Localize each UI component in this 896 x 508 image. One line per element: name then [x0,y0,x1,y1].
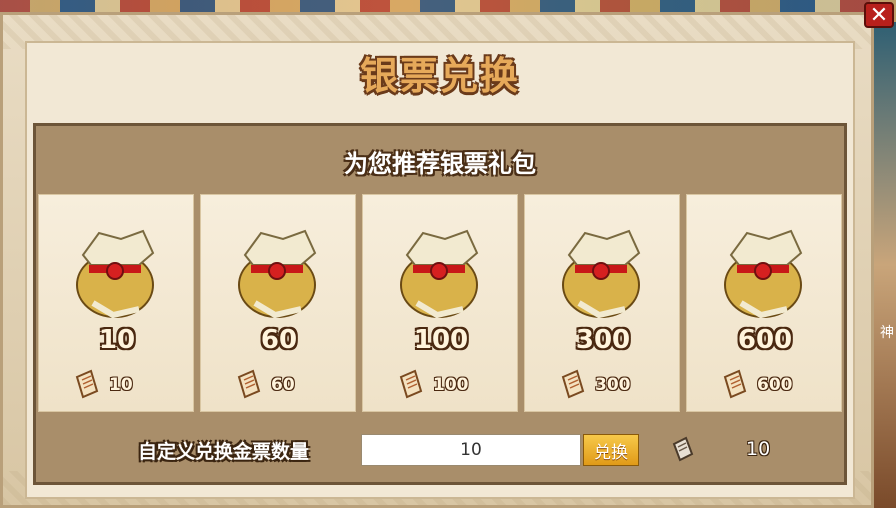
package-amount: 300 [575,325,631,355]
package-amount: 100 [413,325,469,355]
package-list: 10 10 60 60 100 100 300 300 600 600 [38,194,842,412]
exchange-button[interactable]: 兑换 [583,434,639,466]
package-card[interactable]: 10 10 [38,194,194,412]
silver-note-bag-icon [400,229,479,319]
gold-note-icon [561,369,585,399]
package-cost: 10 [109,375,133,395]
silver-note-bag-icon [724,229,803,319]
custom-exchange-bar: 自定义兑换金票数量 兑换 10 [36,418,844,482]
package-card[interactable]: 100 100 [362,194,518,412]
package-cost: 60 [271,375,295,395]
recommend-panel: 为您推荐银票礼包 10 10 60 60 100 100 300 300 600… [33,123,847,485]
package-card[interactable]: 600 600 [686,194,842,412]
gold-note-icon [399,369,423,399]
package-card[interactable]: 300 300 [524,194,680,412]
total-cost: 10 [746,438,771,460]
right-scene-edge [874,22,896,508]
panel-subtitle: 为您推荐银票礼包 [344,150,536,178]
gold-note-icon [672,436,694,462]
background-label: 神 [880,325,894,341]
gold-note-icon [723,369,747,399]
package-cost: 600 [757,375,793,395]
silver-note-bag-icon [76,229,155,319]
custom-exchange-label: 自定义兑换金票数量 [138,441,310,463]
gold-note-icon [237,369,261,399]
dialog-title: 银票兑换 [359,54,520,98]
silver-note-bag-icon [562,229,641,319]
exchange-dialog: 银票兑换 为您推荐银票礼包 10 10 60 60 100 100 300 30… [0,12,874,508]
gold-note-icon [75,369,99,399]
quantity-input[interactable] [361,434,581,466]
package-amount: 10 [98,325,136,355]
package-cost: 300 [595,375,631,395]
package-amount: 60 [260,325,298,355]
package-amount: 600 [737,325,793,355]
silver-note-bag-icon [238,229,317,319]
close-button[interactable]: ✕ [864,2,894,28]
package-card[interactable]: 60 60 [200,194,356,412]
package-cost: 100 [433,375,469,395]
